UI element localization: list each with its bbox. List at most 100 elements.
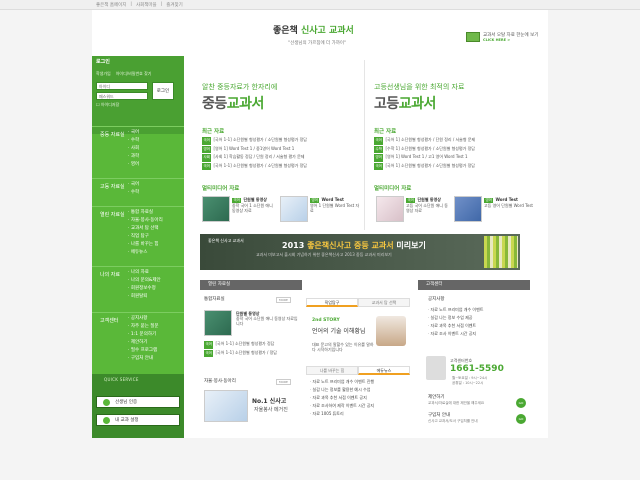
- list-item[interactable]: 자료 1005 튜토리: [310, 410, 410, 418]
- login-title: 로그인: [96, 59, 110, 65]
- tab-power[interactable]: 나를 바꾸는 힘: [306, 366, 358, 375]
- nav-item[interactable]: 교과서 탐 선택: [128, 225, 163, 233]
- banner-label: 좋은책 신사고 교과서: [208, 238, 244, 243]
- media-item[interactable]: 국어 단원별 동영상 고등 국어 소단원 애니 동영상 자료: [406, 197, 450, 213]
- media-item[interactable]: 영어 Word Test 고등 영어 단원별 Word Test: [484, 197, 534, 208]
- my-textbook-button[interactable]: 내 교과 설정: [96, 414, 180, 426]
- story-head: 2nd STORY: [312, 318, 340, 323]
- middle-recent-head: 최근 자료: [202, 129, 225, 135]
- list-item[interactable]: 국어 [국어 1-1] 소단원별 형성평가 / 소단원별 형성평가 정답: [202, 136, 360, 145]
- middle-title[interactable]: 중등교과서: [202, 93, 264, 113]
- nav-item[interactable]: 자주 묻는 질문: [128, 323, 159, 331]
- nav-item[interactable]: 회원탈퇴: [128, 293, 161, 301]
- teacher-auth-button[interactable]: 선생님 인증: [96, 396, 180, 408]
- magazine-thumbnail[interactable]: [204, 390, 248, 422]
- list-item[interactable]: 실감 나는 정보 수업 제공: [428, 314, 528, 322]
- nav-head-my[interactable]: 나의 자료: [100, 271, 120, 278]
- nav-item[interactable]: 과학: [128, 153, 139, 161]
- nav-item[interactable]: 에듀뉴스: [128, 249, 163, 257]
- quick-service-title: QUICK SERVICE: [104, 377, 139, 382]
- media-item[interactable]: 영어 Word Test 영어 1 단원별 Word Test 자료: [310, 197, 360, 213]
- person-photo: [376, 316, 406, 346]
- nav-item[interactable]: 1:1 문의하기: [128, 331, 159, 339]
- nav-item[interactable]: 자율·봉사·동아리: [128, 217, 163, 225]
- remember-id-checkbox[interactable]: ☐ 아이디저장: [96, 102, 119, 108]
- top-links: 좋은책 홈페이지 | 사회책마을 | 즐겨찾기: [96, 2, 183, 8]
- notice-head: 공지사항: [428, 297, 445, 302]
- list-item[interactable]: 실감 나는 정보를 활용한 예시 수업: [310, 386, 410, 394]
- list-item[interactable]: 국어 [국어 1-1] 소단원별 형성평가 / 소단원별 형성평가 정답: [202, 162, 360, 170]
- nav-head-high[interactable]: 고등 자료실: [100, 183, 125, 190]
- nav-item[interactable]: 필수 프로그램: [128, 347, 159, 355]
- signup-link[interactable]: 학생가입: [96, 71, 111, 77]
- find-account-link[interactable]: 아이디/비밀번호 찾기: [116, 71, 152, 77]
- list-item[interactable]: 수학 [수학 1] 소단원별 형성평가 / 소단원별 형성평가 정답: [374, 145, 534, 153]
- password-field[interactable]: 패스워드: [96, 92, 148, 100]
- tab-career[interactable]: 직업탐구: [306, 298, 358, 307]
- where-go-button[interactable]: GO: [516, 414, 526, 424]
- nav-item[interactable]: 영어: [128, 161, 139, 169]
- list-item[interactable]: 영어 [영어 1] Word Test 1 / 고1 영어 Word Test 1: [374, 153, 534, 162]
- suggest-desc: 교과서/자료실에 대한 제안을 해주세요: [428, 401, 485, 405]
- list-item[interactable]: 자료 과목 추천 서점 이벤트: [428, 322, 528, 330]
- id-field[interactable]: 아이디: [96, 82, 148, 90]
- more-button[interactable]: MORE: [276, 379, 291, 385]
- suggest-go-button[interactable]: GO: [516, 398, 526, 408]
- open-box-header: 열린 자료실: [200, 280, 302, 290]
- no1-title: No.1 신사고: [252, 398, 287, 405]
- login-button[interactable]: 로그인: [152, 82, 174, 100]
- nav-item[interactable]: 국어: [128, 181, 139, 189]
- nav-item[interactable]: 수학: [128, 137, 139, 145]
- nav-item[interactable]: 나를 바꾸는 힘: [128, 241, 163, 249]
- middle-media-head: 멀티미디어 자료: [202, 186, 240, 192]
- media-thumbnail[interactable]: [202, 196, 230, 222]
- tab-edunews[interactable]: 에듀뉴스: [358, 366, 410, 375]
- nav-item[interactable]: 구입처 안내: [128, 355, 159, 363]
- nav-section-my: 나의 자료 나의 자료 나의 문의&제안 회원정보수정 회원탈퇴: [92, 266, 184, 306]
- list-item[interactable]: 자료 노트 프리미엄 개수 이벤트 진행: [310, 378, 410, 386]
- errata-link[interactable]: 교과서 오탈 자료 한눈에 보기 CLICK HERE >: [466, 32, 538, 42]
- story-title[interactable]: 언어의 기술 이해황님: [312, 326, 366, 335]
- nav-item[interactable]: 공지사항: [128, 315, 159, 323]
- top-link-home[interactable]: 좋은책 홈페이지: [96, 2, 126, 8]
- nav-item[interactable]: 나의 문의&제안: [128, 277, 161, 285]
- nav-item[interactable]: 직업 탐구: [128, 233, 163, 241]
- media-thumbnail[interactable]: [454, 196, 482, 222]
- nav-head-service[interactable]: 고객센터: [100, 317, 118, 324]
- list-item[interactable]: 영어 [영어 1] Word Test 1 / 중1영어 Word Test 1: [202, 145, 360, 153]
- high-media-head: 멀티미디어 자료: [374, 186, 412, 192]
- more-button[interactable]: MORE: [276, 297, 291, 303]
- top-link-favorite[interactable]: 즐겨찾기: [166, 2, 183, 8]
- nav-item[interactable]: 사회: [128, 145, 139, 153]
- nav-item[interactable]: 수학: [128, 189, 139, 197]
- top-link-social[interactable]: 사회책마을: [136, 2, 157, 8]
- media-thumbnail[interactable]: [204, 310, 232, 336]
- nav-item[interactable]: 회원정보수정: [128, 285, 161, 293]
- site-logo[interactable]: 좋은책 신사고 교과서: [273, 23, 354, 36]
- media-item[interactable]: 단원별 동영상 중학 국어 소단원 애니 동영상 자료입니다: [236, 311, 298, 326]
- banner-books-image: [484, 236, 518, 268]
- nav-head-open[interactable]: 열린 자료실: [100, 211, 125, 218]
- list-item[interactable]: 자료 조사 이벤트 시간 공지: [428, 330, 528, 338]
- media-item[interactable]: 국어 단원별 동영상 중학 국어 1 소단원 애니 동영상 자료: [232, 197, 276, 213]
- tab-textbook[interactable]: 교과서 탐 선택: [358, 298, 410, 307]
- nav-item[interactable]: 국어: [128, 129, 139, 137]
- list-item[interactable]: 국어 [국어 1] 소단원별 형성평가 / 소단원별 형성평가 정답: [374, 162, 534, 170]
- list-item[interactable]: 국어 [국어 1] 소단원별 형성평가 / 단원 정리 / 서술형 문제: [374, 136, 534, 145]
- list-item[interactable]: 자료 과목 추천 서점 이벤트 공지: [310, 394, 410, 402]
- media-thumbnail[interactable]: [280, 196, 308, 222]
- nav-section-open: 열린 자료실 통합 자료실 자율·봉사·동아리 교과서 탐 선택 직업 탐구 나…: [92, 206, 184, 260]
- list-item[interactable]: 자료 조사하여 제작 이벤트 시간 공지: [310, 402, 410, 410]
- list-item[interactable]: 국어 [국어 1-1] 소단원별 형성평가 정답: [204, 340, 300, 349]
- nav-item[interactable]: 통합 자료실: [128, 209, 163, 217]
- no1-subtitle: 자율봉사 메거진: [254, 407, 288, 413]
- list-item[interactable]: 자료 노트 프리미엄 개수 이벤트: [428, 306, 528, 314]
- list-item[interactable]: 사회 [사회 1] 학습활동 정답 / 단원 정리 / 서술형 평가 문제: [202, 153, 360, 162]
- suggest-head: 제안하기: [428, 395, 445, 400]
- list-item[interactable]: 국어 [국어 1-1] 소단원별 형성평가 / 정답: [204, 349, 300, 357]
- nav-item[interactable]: 제안하기: [128, 339, 159, 347]
- high-title[interactable]: 고등교과서: [374, 93, 436, 113]
- nav-item[interactable]: 나의 자료: [128, 269, 161, 277]
- nav-head-middle[interactable]: 중등 자료실: [100, 131, 125, 138]
- media-thumbnail[interactable]: [376, 196, 404, 222]
